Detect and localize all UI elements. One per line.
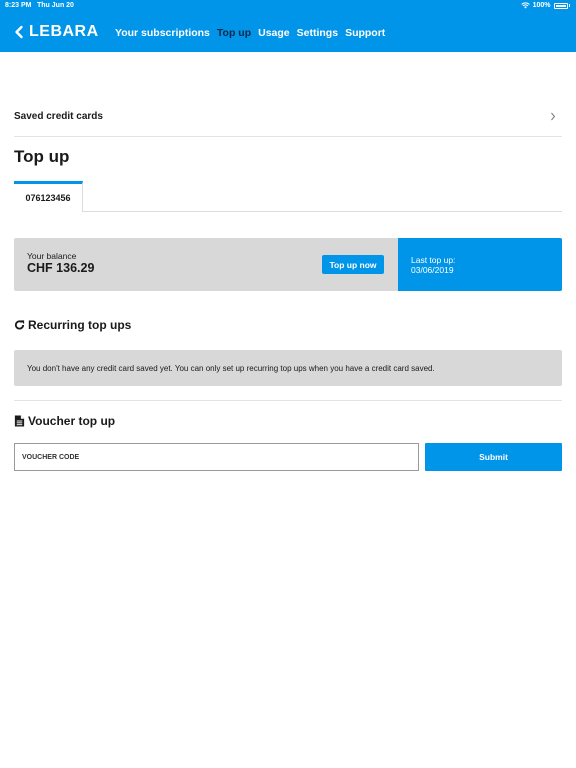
voucher-code-input[interactable] [14,443,419,471]
nav-support[interactable]: Support [345,27,385,39]
last-top-up-date: 03/06/2019 [411,265,454,275]
status-time: 8:23 PM [5,2,32,9]
recurring-top-ups-heading: Recurring top ups [14,318,131,332]
number-tabs: 076123456 [14,181,562,212]
voucher-top-up-title: Voucher top up [28,414,116,428]
last-top-up-label: Last top up: [411,255,456,265]
back-chevron-icon[interactable] [13,25,25,39]
status-right: 100% [520,2,570,9]
recurring-notice: You don't have any credit card saved yet… [14,350,562,386]
voucher-top-up-heading: Voucher top up [14,414,115,428]
page-title: Top up [14,147,70,166]
app-header: 8:23 PM Thu Jun 20 100% LEBARA Your subs… [0,0,576,52]
tab-phone-number[interactable]: 076123456 [14,181,83,212]
status-date: Thu Jun 20 [37,2,74,9]
nav-your-subscriptions[interactable]: Your subscriptions [115,27,210,39]
battery-tip [568,4,570,7]
nav-usage[interactable]: Usage [258,27,290,39]
last-top-up-panel: Last top up: 03/06/2019 [398,238,562,291]
status-bar: 8:23 PM Thu Jun 20 100% [0,0,576,13]
battery-icon [553,2,568,9]
saved-credit-cards-label: Saved credit cards [14,111,103,122]
main-nav: Your subscriptions Top up Usage Settings… [115,27,385,39]
top-up-now-button[interactable]: Top up now [322,255,384,274]
battery-percent: 100% [532,2,551,9]
chevron-right-icon [551,112,556,121]
balance-card: Your balance CHF 136.29 Top up now Last … [14,238,562,291]
brand-logo[interactable]: LEBARA [29,23,99,41]
balance-value: CHF 136.29 [27,261,95,275]
recurring-notice-text: You don't have any credit card saved yet… [27,363,435,373]
document-icon [14,415,25,427]
nav-top-up[interactable]: Top up [217,27,251,39]
submit-button[interactable]: Submit [425,443,562,471]
balance-label: Your balance [27,251,77,261]
refresh-icon [14,320,25,330]
saved-credit-cards-row[interactable]: Saved credit cards [14,104,562,137]
section-divider [14,400,562,401]
recurring-top-ups-title: Recurring top ups [28,318,132,332]
nav-settings[interactable]: Settings [297,27,338,39]
wifi-icon [520,2,530,9]
